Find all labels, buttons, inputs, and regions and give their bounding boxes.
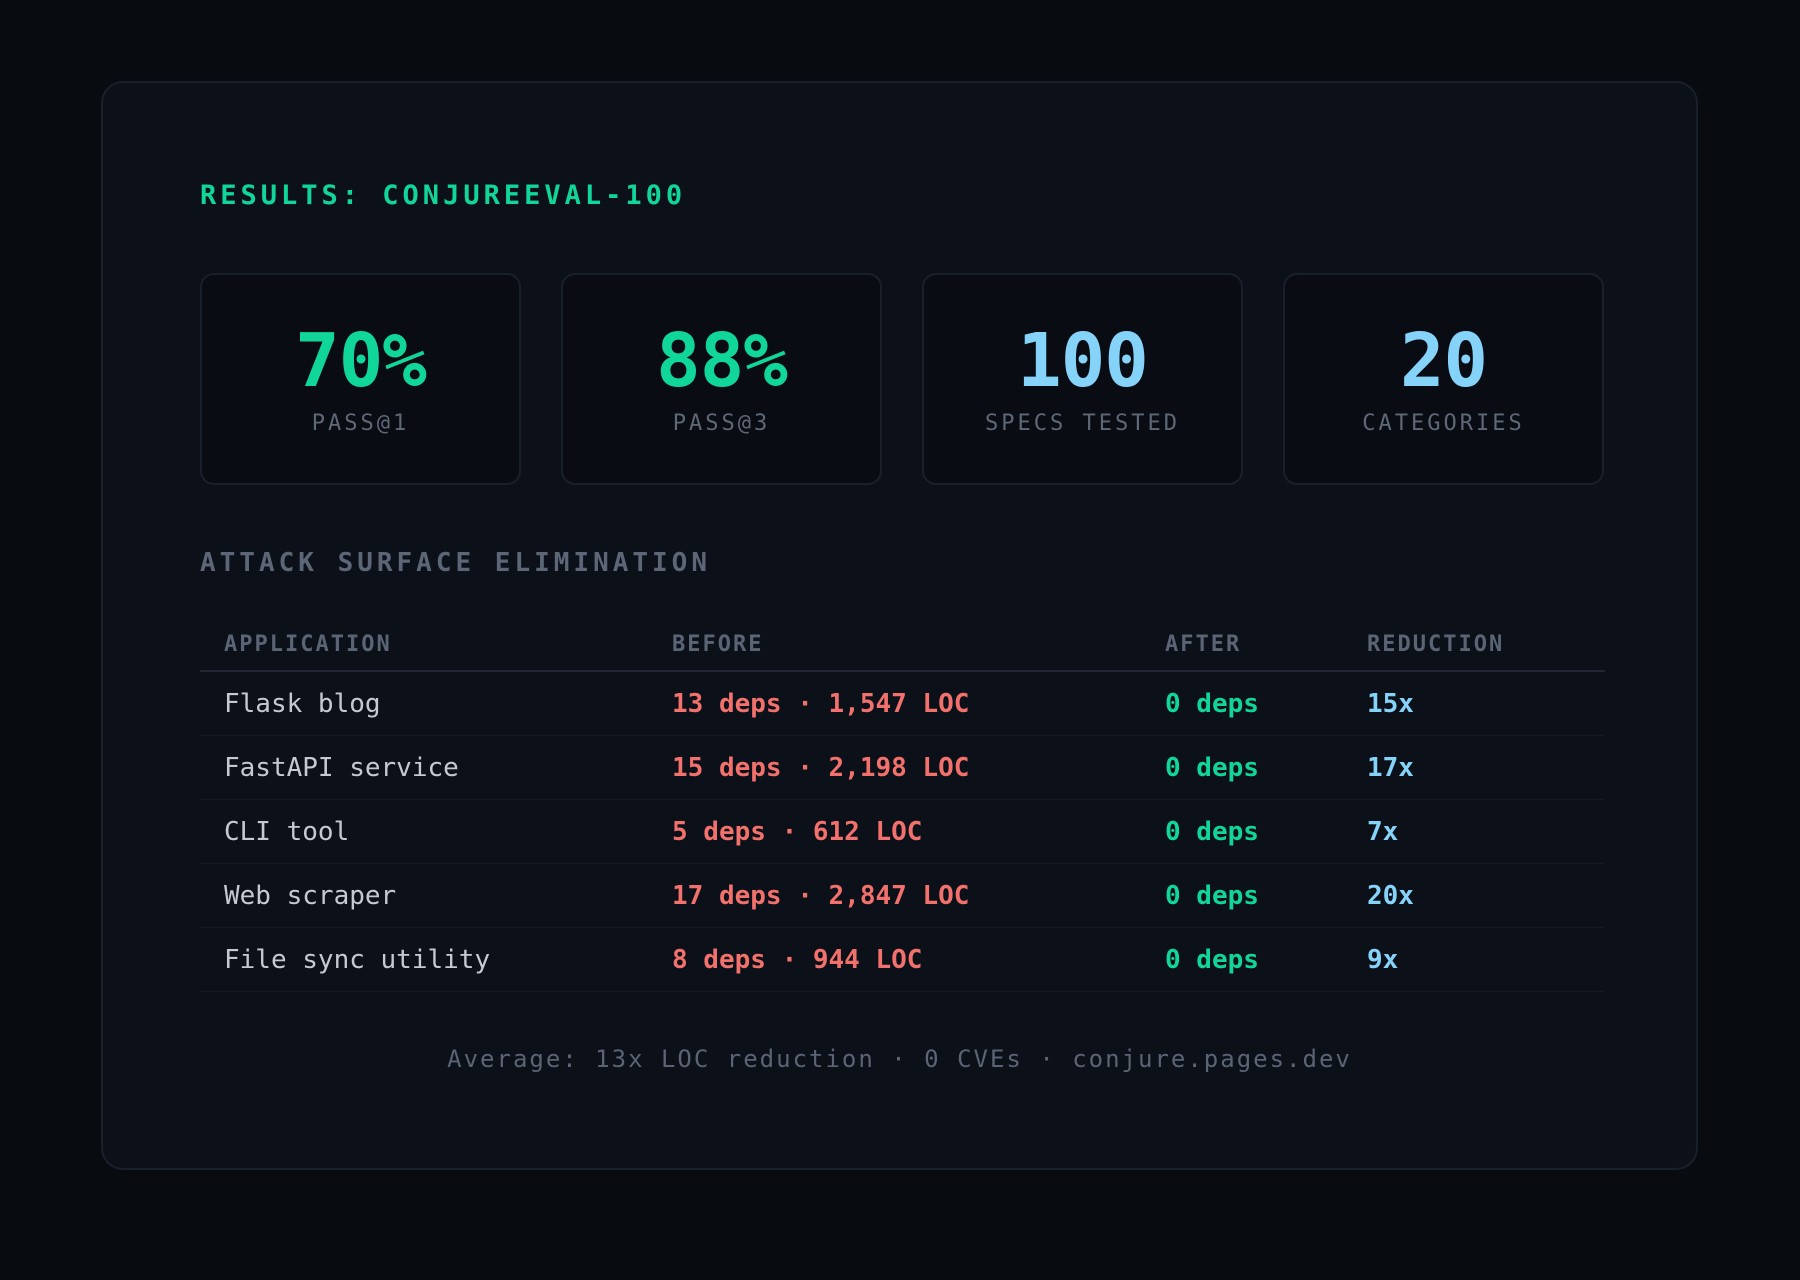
table-header: APPLICATION BEFORE AFTER REDUCTION — [200, 618, 1605, 672]
column-header-application: APPLICATION — [224, 632, 392, 657]
reduction-cell: 20x — [1367, 881, 1414, 911]
attack-surface-table: APPLICATION BEFORE AFTER REDUCTION Flask… — [200, 618, 1605, 992]
table-row: FastAPI service 15 deps · 2,198 LOC 0 de… — [200, 736, 1605, 800]
table-row: File sync utility 8 deps · 944 LOC 0 dep… — [200, 928, 1605, 992]
stat-label: PASS@3 — [672, 411, 771, 436]
column-header-after: AFTER — [1165, 632, 1242, 657]
table-row: CLI tool 5 deps · 612 LOC 0 deps 7x — [200, 800, 1605, 864]
application-cell: File sync utility — [224, 945, 491, 975]
section-title: ATTACK SURFACE ELIMINATION — [200, 548, 711, 578]
footer-summary: Average: 13x LOC reduction · 0 CVEs · co… — [447, 1045, 1352, 1073]
stats-row: 70% PASS@1 88% PASS@3 100 SPECS TESTED 2… — [200, 273, 1605, 485]
before-cell: 17 deps · 2,847 LOC — [672, 881, 970, 911]
stat-card-pass-at-1: 70% PASS@1 — [200, 273, 521, 485]
after-cell: 0 deps — [1165, 945, 1259, 975]
before-cell: 8 deps · 944 LOC — [672, 945, 923, 975]
before-cell: 5 deps · 612 LOC — [672, 817, 923, 847]
stat-value: 70% — [295, 318, 427, 404]
before-cell: 13 deps · 1,547 LOC — [672, 689, 970, 719]
after-cell: 0 deps — [1165, 817, 1259, 847]
stat-value: 88% — [656, 318, 788, 404]
stat-value: 20 — [1399, 318, 1488, 404]
results-title: RESULTS: CONJUREEVAL-100 — [200, 180, 687, 211]
after-cell: 0 deps — [1165, 689, 1259, 719]
reduction-cell: 15x — [1367, 689, 1414, 719]
results-card: RESULTS: CONJUREEVAL-100 70% PASS@1 88% … — [101, 81, 1698, 1170]
table-row: Web scraper 17 deps · 2,847 LOC 0 deps 2… — [200, 864, 1605, 928]
reduction-cell: 17x — [1367, 753, 1414, 783]
after-cell: 0 deps — [1165, 753, 1259, 783]
column-header-before: BEFORE — [672, 632, 764, 657]
reduction-cell: 9x — [1367, 945, 1399, 975]
stat-card-categories: 20 CATEGORIES — [1283, 273, 1604, 485]
stat-label: PASS@1 — [311, 411, 410, 436]
stat-card-pass-at-3: 88% PASS@3 — [561, 273, 882, 485]
application-cell: FastAPI service — [224, 753, 459, 783]
column-header-reduction: REDUCTION — [1367, 632, 1505, 657]
application-cell: CLI tool — [224, 817, 350, 847]
stat-label: CATEGORIES — [1362, 411, 1525, 436]
before-cell: 15 deps · 2,198 LOC — [672, 753, 970, 783]
stat-value: 100 — [1017, 318, 1149, 404]
application-cell: Flask blog — [224, 689, 381, 719]
stat-label: SPECS TESTED — [985, 411, 1180, 436]
reduction-cell: 7x — [1367, 817, 1399, 847]
after-cell: 0 deps — [1165, 881, 1259, 911]
table-row: Flask blog 13 deps · 1,547 LOC 0 deps 15… — [200, 672, 1605, 736]
application-cell: Web scraper — [224, 881, 397, 911]
stat-card-specs-tested: 100 SPECS TESTED — [922, 273, 1243, 485]
